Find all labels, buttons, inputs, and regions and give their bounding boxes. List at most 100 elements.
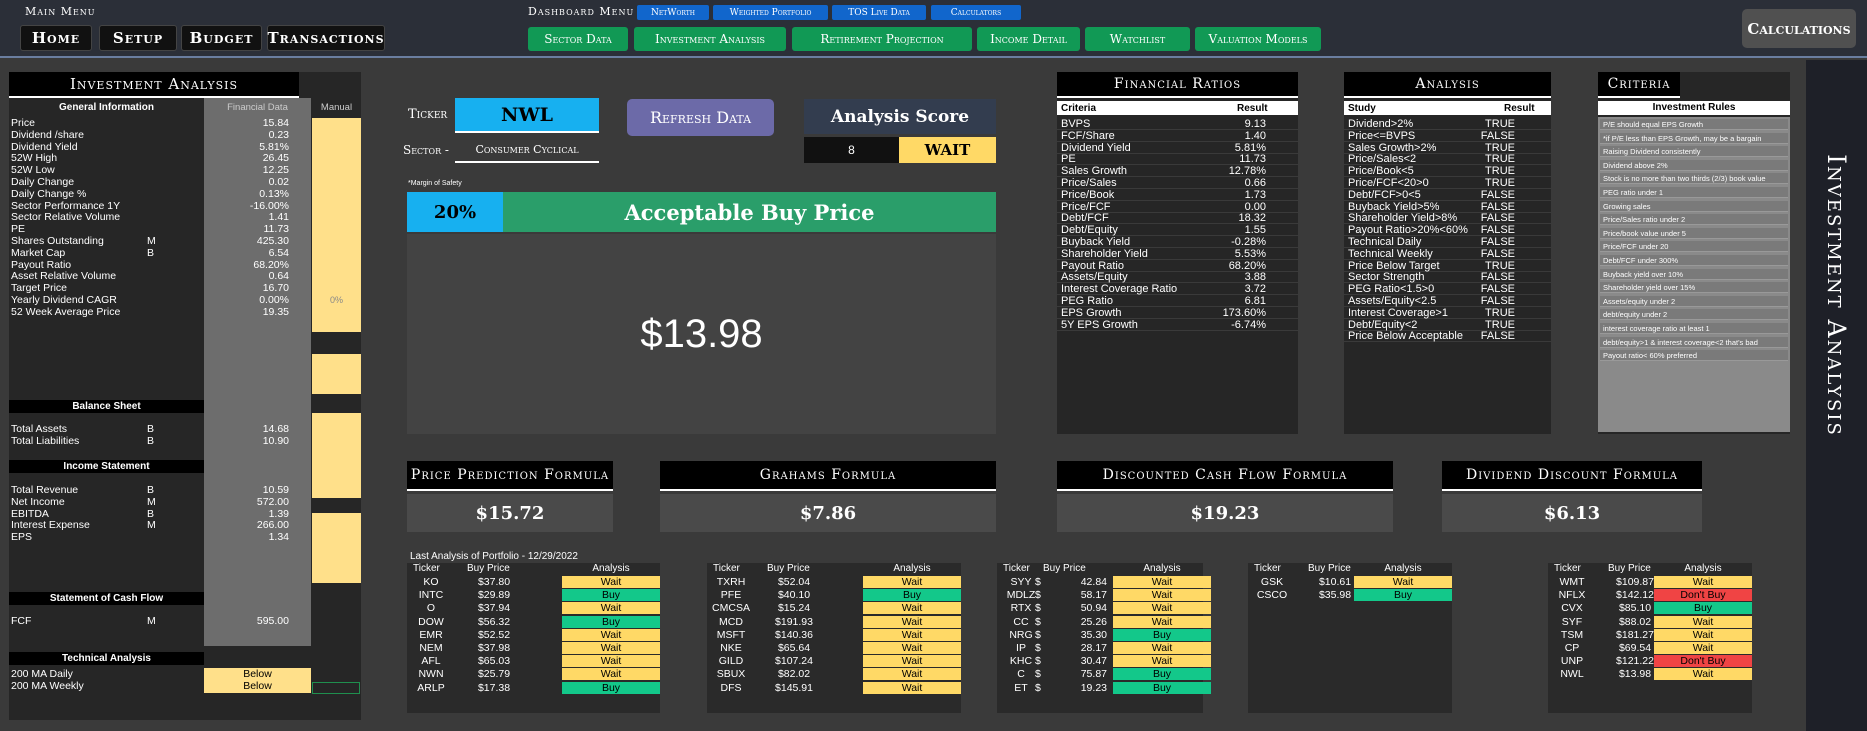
technical-title: Technical Analysis [9,652,204,665]
portfolio-price: 50.94 [1080,602,1107,615]
analysis-value: TRUE [1485,177,1515,189]
analysis-label: Payout Ratio>20%<60% [1348,224,1468,237]
dash-networth-button[interactable]: NetWorth [637,5,709,20]
portfolio-analysis-badge: Buy [562,589,660,602]
analysis-row: Dividend>2% TRUE [1344,118,1551,130]
portfolio-row: CC $25.26 Wait [997,615,1211,629]
manual-column-balance[interactable] [312,354,361,394]
analysis-label: Shareholder Yield>8% [1348,212,1458,225]
portfolio-analysis-badge: Wait [863,576,961,588]
menu-budget-button[interactable]: Budget [181,25,262,51]
portfolio-row: GILD $107.24 Wait [707,655,961,668]
portfolio-ticker: PFE [720,589,742,602]
dash-calculators-button[interactable]: Calculators [931,5,1021,20]
portfolio-header-ticker: Ticker [713,563,740,574]
portfolio-row: NRG $35.30 Buy [997,628,1211,642]
analysis-label: Buyback Yield>5% [1348,200,1440,213]
portfolio-ticker: TXRH [716,576,746,588]
analysis-value: FALSE [1480,200,1515,213]
margin-of-safety-input[interactable]: 20% [407,192,503,232]
portfolio-header-price: Buy Price [1043,563,1086,574]
criteria-rule: *if P/E less than EPS Growth, may be a b… [1600,132,1788,144]
ratios-col-result: Result [1237,103,1268,114]
refresh-data-button[interactable]: Refresh Data [627,99,774,136]
analysis-row: Debt/FCF>0<5 FALSE [1344,189,1551,201]
portfolio-currency: $ [1035,655,1041,668]
ratio-label: Price/FCF [1061,200,1111,213]
criteria-rule: Payout ratio< 60% preferred [1600,350,1788,362]
menu-home-button[interactable]: Home [20,25,92,51]
portfolio-ticker: GILD [718,655,744,668]
portfolio-price: 58.17 [1080,589,1107,602]
dash-weighted-portfolio-button[interactable]: Weighted Portfolio [713,5,828,20]
portfolio-row: WMT $109.87 Wait [1548,576,1752,589]
criteria-rule: Shareholder yield over 15% [1600,282,1788,294]
ratio-row: Debt/FCF 18.32 [1057,212,1298,225]
info-value: 1.34 [268,531,289,544]
portfolio-title: Last Analysis of Portfolio - 12/29/2022 [410,551,578,562]
portfolio-row: DOW $56.32 Buy [407,615,660,629]
analysis-value: FALSE [1480,295,1515,307]
analysis-row: Price<=BVPS FALSE [1344,130,1551,142]
portfolio-header-ticker: Ticker [413,563,440,574]
portfolio-analysis-badge: Wait [1113,642,1211,654]
portfolio-price: $107.24 [775,655,813,668]
portfolio-row: UNP $121.22 Don't Buy [1548,655,1752,668]
portfolio-currency: $ [1035,681,1041,694]
info-row: Sector Relative Volume 1.41 [9,212,361,224]
criteria-rule: PEG ratio under 1 [1600,187,1788,198]
info-row: Net Income M 572.00 [9,496,361,509]
analysis-title: Analysis [1344,72,1551,98]
analysis-row: Sales Growth>2% TRUE [1344,142,1551,154]
analysis-row: Interest Coverage>1 TRUE [1344,307,1551,319]
ratio-row: Dividend Yield 5.81% [1057,142,1298,154]
portfolio-analysis-badge: Wait [863,668,961,681]
side-title: Investment Analysis [1822,154,1852,437]
analysis-label: Price Below Target [1348,259,1440,272]
ticker-input[interactable]: NWL [455,98,599,133]
dash-sector-data-button[interactable]: Sector Data [528,27,628,51]
portfolio-analysis-badge: Wait [1654,628,1752,641]
analysis-value: TRUE [1485,306,1515,319]
analysis-value: FALSE [1480,224,1515,237]
ratio-label: Dividend Yield [1061,141,1131,154]
portfolio-ticker: MSFT [716,628,746,641]
dash-watchlist-button[interactable]: Watchlist [1085,27,1190,51]
analysis-row: Assets/Equity<2.5 FALSE [1344,295,1551,307]
dash-income-detail-button[interactable]: Income Detail [977,27,1080,51]
selected-cell[interactable] [312,682,360,694]
sector-label: Sector - [403,143,449,157]
dash-retirement-projection-button[interactable]: Retirement Projection [792,27,972,51]
margin-note: *Margin of Safety [408,180,462,187]
analysis-label: Debt/FCF>0<5 [1348,188,1421,201]
ratio-value: 18.32 [1238,212,1266,225]
main-menu-title: Main Menu [25,5,96,18]
info-manual[interactable]: 0% [312,295,361,307]
portfolio-analysis-badge: Buy [1113,628,1211,641]
income-statement-title: Income Statement [9,460,204,473]
ratio-label: Sales Growth [1061,165,1128,178]
analysis-row: Debt/Equity<2 TRUE [1344,319,1551,331]
calculations-button[interactable]: Calculations [1742,9,1856,48]
analysis-label: Interest Coverage>1 [1348,306,1448,319]
dash-valuation-models-button[interactable]: Valuation Models [1195,27,1321,51]
dash-tos-live-data-button[interactable]: TOS Live Data [832,5,926,20]
portfolio-row: ARLP $17.38 Buy [407,681,660,695]
menu-transactions-button[interactable]: Transactions [267,25,385,51]
acceptable-buy-price-value: $13.98 [407,234,996,434]
ratio-label: Debt/Equity [1061,224,1118,237]
cashflow-title: Statement of Cash Flow [9,592,204,605]
info-row: Dividend Yield 5.81% [9,141,361,154]
portfolio-analysis-badge: Don't Buy [1654,589,1752,602]
portfolio-row: CMCSA $15.24 Wait [707,602,961,615]
portfolio-table: Ticker Buy Price Analysis KO $37.80 Wait INTC $… [407,563,660,713]
info-value: 1.41 [268,211,289,224]
portfolio-analysis-badge: Wait [562,642,660,654]
menu-setup-button[interactable]: Setup [99,25,177,51]
info-unit: M [147,615,156,627]
dash-investment-analysis-button[interactable]: Investment Analysis [634,27,786,51]
portfolio-row: CSCO $35.98 Buy [1248,589,1452,602]
portfolio-row: C $75.87 Buy [997,668,1211,681]
analysis-label: Dividend>2% [1348,118,1414,130]
portfolio-analysis-badge: Wait [863,655,961,668]
